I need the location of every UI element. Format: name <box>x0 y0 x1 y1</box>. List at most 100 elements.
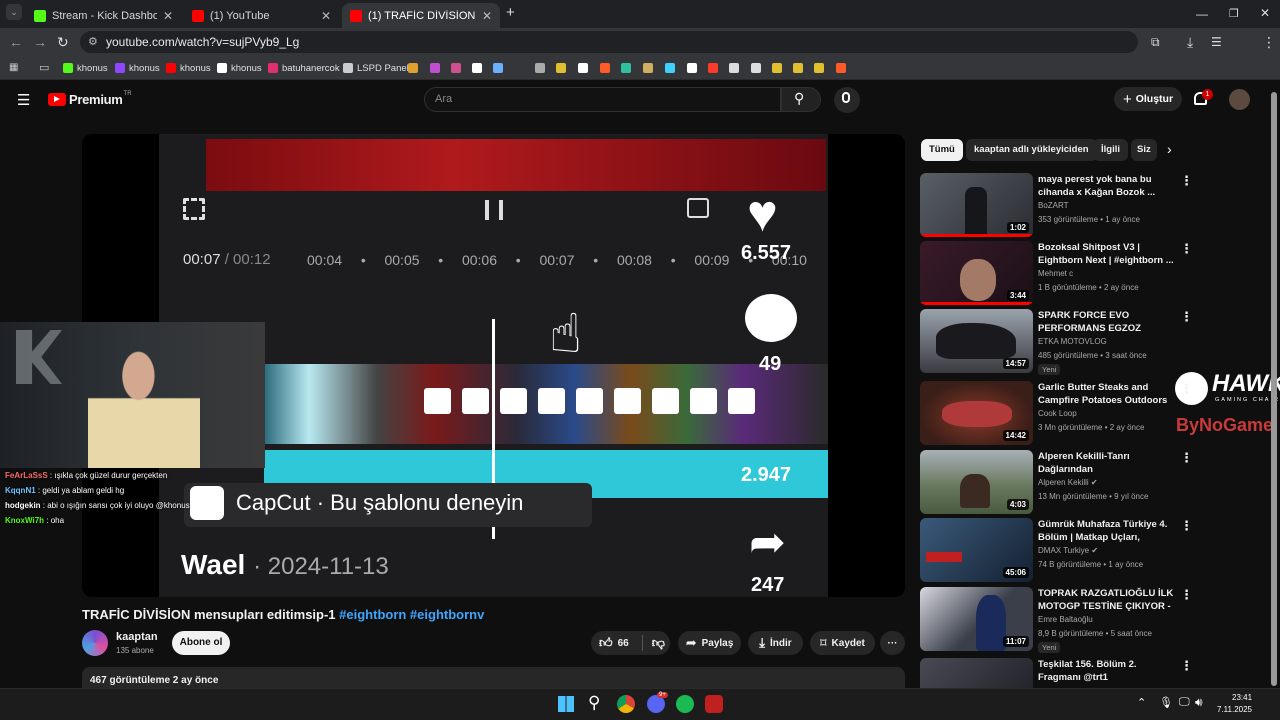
bookmark-icon[interactable] <box>600 63 610 73</box>
page-scrollbar[interactable] <box>1271 92 1277 686</box>
rec-title[interactable]: Alperen Kekilli-Tanrı Dağlarından <box>1038 450 1176 476</box>
recommendation-item[interactable]: 14:42 Garlic Butter Steaks and Campfire … <box>920 381 1193 445</box>
windows-start-icon[interactable] <box>558 696 574 712</box>
youtube-logo[interactable]: Premium TR <box>48 91 132 107</box>
tab-current-video[interactable]: (1) TRAFİC DİVİSİON mensupları ✕ <box>342 3 500 28</box>
chip-related[interactable]: İlgili <box>1093 139 1128 161</box>
rec-channel[interactable]: BoZART <box>1038 201 1069 210</box>
bookmark-icon[interactable] <box>665 63 675 73</box>
more-options-icon[interactable]: ⋮ <box>1180 241 1193 257</box>
search-button[interactable]: ⚲ <box>781 87 821 112</box>
rec-title[interactable]: SPARK FORCE EVO PERFORMANS EGZOZ TAKTI..… <box>1038 309 1176 335</box>
recommendation-item[interactable]: 11:07 TOPRAK RAZGATLIOĞLU İLK MOTOGP TES… <box>920 587 1193 653</box>
forward-icon[interactable]: → <box>33 34 47 50</box>
bookmark-twitch[interactable]: khonus <box>115 60 160 76</box>
more-options-icon[interactable]: ⋮ <box>1180 173 1193 189</box>
search-input[interactable]: Ara <box>424 87 781 112</box>
video-thumbnail[interactable]: 14:57 <box>920 309 1033 373</box>
bookmark-icon[interactable] <box>408 63 418 73</box>
spotify-icon[interactable] <box>676 695 694 713</box>
new-tab-button[interactable]: + <box>506 5 515 21</box>
search-icon[interactable]: ⚲ <box>588 693 600 713</box>
rec-channel[interactable]: ETKA MOTOVLOG <box>1038 337 1107 346</box>
tab-kick-dashboard[interactable]: Stream - Kick Dashboard ✕ <box>26 3 181 28</box>
mic-tray-icon[interactable]: 🎙︎ <box>1159 696 1173 709</box>
app-icon[interactable] <box>705 695 723 713</box>
recommendation-item[interactable]: 4:03 Alperen Kekilli-Tanrı Dağlarından A… <box>920 450 1193 514</box>
rec-channel[interactable]: Mehmet c <box>1038 269 1073 278</box>
more-options-icon[interactable]: ⋮ <box>1180 309 1193 325</box>
bookmark-icon[interactable] <box>729 63 739 73</box>
more-actions-button[interactable]: ··· <box>880 631 905 655</box>
voice-search-button[interactable] <box>834 87 860 113</box>
recommendation-item[interactable]: 14:57 SPARK FORCE EVO PERFORMANS EGZOZ T… <box>920 309 1193 375</box>
video-thumbnail[interactable]: 1:02 <box>920 173 1033 237</box>
chip-you[interactable]: Siz <box>1131 139 1157 161</box>
rec-channel[interactable]: DMAX Turkiye ✔ <box>1038 546 1098 555</box>
bookmark-icon[interactable] <box>472 63 482 73</box>
close-icon[interactable]: ✕ <box>321 9 331 23</box>
video-hashtags[interactable]: #eightborn #eightbornv <box>339 607 484 622</box>
dislike-icon[interactable]: 👎︎ <box>652 635 665 651</box>
scrollbar-thumb[interactable] <box>1271 92 1277 686</box>
bookmark-kick[interactable]: khonus <box>63 60 108 76</box>
folder-icon[interactable]: ▭ <box>39 61 49 74</box>
more-options-icon[interactable]: ⋮ <box>1180 450 1193 466</box>
bookmark-x[interactable]: khonus <box>217 60 262 76</box>
share-button[interactable]: ➦ Paylaş <box>678 631 741 655</box>
create-button[interactable]: + Oluştur <box>1114 87 1182 111</box>
recommendation-item[interactable]: 3:44 Bozoksal Shitpost V3 | Eightborn Ne… <box>920 241 1193 305</box>
recommendation-item[interactable]: 45:06 Gümrük Muhafaza Türkiye 4. Bölüm |… <box>920 518 1193 582</box>
close-icon[interactable]: ✕ <box>482 9 492 23</box>
rec-title[interactable]: Gümrük Muhafaza Türkiye 4. Bölüm | Matka… <box>1038 518 1176 544</box>
save-button[interactable]: ⌑ Kaydet <box>810 631 875 655</box>
minimize-icon[interactable]: — <box>1196 6 1208 22</box>
volume-icon[interactable]: 🔊︎ <box>1195 695 1203 710</box>
bookmark-instagram[interactable]: batuhanercok <box>268 60 340 76</box>
rec-title[interactable]: Garlic Butter Steaks and Campfire Potato… <box>1038 381 1176 407</box>
video-thumbnail[interactable] <box>920 658 1033 688</box>
bookmark-icon[interactable] <box>621 63 631 73</box>
clock-time[interactable]: 23:41 <box>1232 693 1252 702</box>
bookmark-icon[interactable] <box>430 63 440 73</box>
rec-channel[interactable]: Cook Loop <box>1038 409 1077 418</box>
channel-name[interactable]: kaaptan <box>116 631 158 643</box>
chip-all[interactable]: Tümü <box>921 139 963 161</box>
bookmark-icon[interactable] <box>578 63 588 73</box>
hamburger-menu-icon[interactable]: ☰ <box>17 91 30 109</box>
restore-icon[interactable]: ❐ <box>1229 6 1239 22</box>
like-count[interactable]: 66 <box>618 638 629 649</box>
bookmark-icon[interactable] <box>493 63 503 73</box>
channel-avatar[interactable] <box>82 630 108 656</box>
tab-youtube[interactable]: (1) YouTube ✕ <box>184 3 339 28</box>
extensions-icon[interactable]: ⧉ <box>1151 34 1160 50</box>
video-thumbnail[interactable]: 14:42 <box>920 381 1033 445</box>
bookmark-icon[interactable] <box>556 63 566 73</box>
video-thumbnail[interactable]: 3:44 <box>920 241 1033 305</box>
close-window-icon[interactable]: ✕ <box>1260 5 1270 21</box>
rec-title[interactable]: TOPRAK RAZGATLIOĞLU İLK MOTOGP TESTİNE Ç… <box>1038 587 1176 613</box>
tab-search-icon[interactable]: ⌄ <box>6 4 22 20</box>
apps-icon[interactable]: ▦ <box>9 62 18 73</box>
site-info-icon[interactable]: ⚙ <box>88 31 98 53</box>
like-icon[interactable]: 👍︎ <box>599 635 613 651</box>
address-bar[interactable]: ⚙ youtube.com/watch?v=sujPVyb9_Lg <box>80 31 1138 53</box>
video-thumbnail[interactable]: 45:06 <box>920 518 1033 582</box>
download-icon[interactable]: ⤓ <box>1187 34 1193 50</box>
rec-title[interactable]: Teşkilat 156. Bölüm 2. Fragmanı @trt1 <box>1038 658 1176 684</box>
notifications-button[interactable]: 1 <box>1193 89 1213 108</box>
bookmark-icon[interactable] <box>708 63 718 73</box>
subscribe-button[interactable]: Abone ol <box>172 631 230 655</box>
bookmark-icon[interactable] <box>836 63 846 73</box>
video-thumbnail[interactable]: 4:03 <box>920 450 1033 514</box>
bookmark-icon[interactable] <box>643 63 653 73</box>
menu-icon[interactable]: ⋮ <box>1262 34 1276 50</box>
video-thumbnail[interactable]: 11:07 <box>920 587 1033 651</box>
bookmark-icon[interactable] <box>451 63 461 73</box>
back-icon[interactable]: ← <box>9 34 23 50</box>
recommendation-item[interactable]: 1:02 maya perest yok bana bu cihanda x K… <box>920 173 1193 237</box>
chrome-icon[interactable] <box>617 695 635 713</box>
chevron-right-icon[interactable]: › <box>1167 141 1172 157</box>
recommendation-item[interactable]: Teşkilat 156. Bölüm 2. Fragmanı @trt1 ⋮ <box>920 658 1190 688</box>
bookmark-lspd[interactable]: LSPD Panel <box>343 60 409 76</box>
